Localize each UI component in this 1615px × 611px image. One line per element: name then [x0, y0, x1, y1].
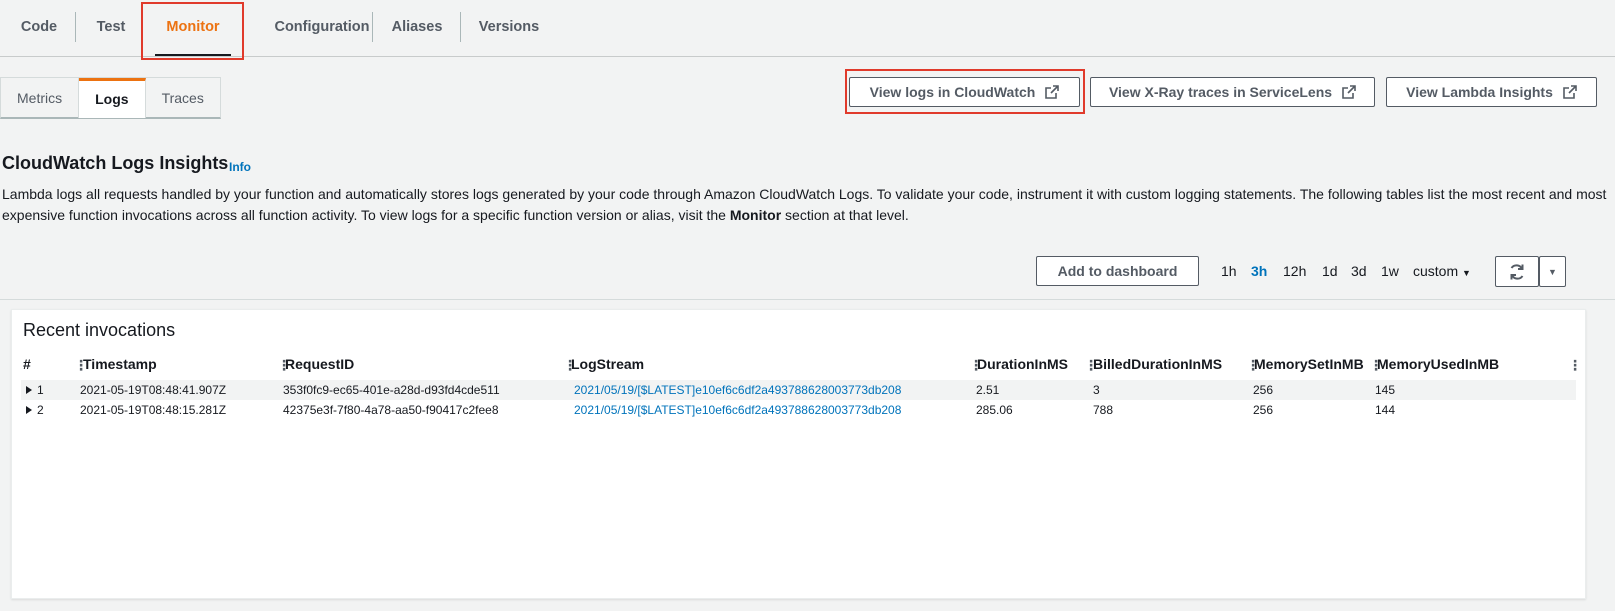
range-1w[interactable]: 1w [1381, 263, 1399, 279]
cell-timestamp: 2021-05-19T08:48:41.907Z [80, 383, 227, 397]
add-to-dashboard-button[interactable]: Add to dashboard [1036, 256, 1199, 286]
col-header-requestid[interactable]: RequestID [285, 356, 354, 372]
section-description: Lambda logs all requests handled by your… [2, 184, 1607, 226]
tab-configuration[interactable]: Configuration [258, 0, 386, 56]
view-insights-label: View Lambda Insights [1406, 84, 1553, 100]
range-1d[interactable]: 1d [1322, 263, 1338, 279]
subtab-logs[interactable]: Logs [79, 78, 146, 118]
expand-row-icon[interactable] [26, 406, 32, 414]
tab-test[interactable]: Test [92, 0, 130, 56]
sub-tab-bar: Metrics Logs Traces [0, 77, 221, 119]
refresh-button[interactable] [1495, 256, 1539, 287]
top-tab-bar: Code Test Monitor Configuration Aliases … [0, 0, 1615, 57]
table-row[interactable]: 2 2021-05-19T08:48:15.281Z 42375e3f-7f80… [21, 400, 1576, 420]
cell-memset: 256 [1253, 403, 1274, 417]
custom-label: custom [1413, 263, 1459, 279]
range-3d[interactable]: 3d [1351, 263, 1367, 279]
cell-num: 1 [37, 383, 44, 397]
range-12h[interactable]: 12h [1283, 263, 1306, 279]
cell-duration: 285.06 [976, 403, 1013, 417]
col-header-memused[interactable]: MemoryUsedInMB [1377, 356, 1499, 372]
column-resize-handle[interactable]: ⋮ [1568, 357, 1582, 374]
table-row[interactable]: 1 2021-05-19T08:48:41.907Z 353f0fc9-ec65… [21, 380, 1576, 400]
col-header-memset[interactable]: MemorySetInMB [1254, 356, 1364, 372]
tab-aliases[interactable]: Aliases [390, 0, 444, 56]
col-header-num: # [23, 356, 31, 372]
external-link-icon [1342, 85, 1356, 99]
expand-row-icon[interactable] [26, 386, 32, 394]
range-custom[interactable]: custom ▼ [1413, 263, 1471, 279]
refresh-icon [1510, 263, 1524, 280]
range-3h[interactable]: 3h [1251, 263, 1267, 279]
tab-divider [75, 12, 76, 42]
col-header-timestamp[interactable]: Timestamp [83, 356, 157, 372]
tab-versions[interactable]: Versions [478, 0, 540, 56]
cell-billed: 3 [1093, 383, 1100, 397]
tab-divider [243, 12, 244, 42]
view-logs-cloudwatch-button[interactable]: View logs in CloudWatch [849, 77, 1080, 107]
desc-monitor-bold: Monitor [729, 207, 782, 223]
desc-text-end: section at that level. [781, 207, 909, 223]
range-1h[interactable]: 1h [1221, 263, 1237, 279]
tab-code[interactable]: Code [18, 0, 60, 56]
cell-memused: 144 [1375, 403, 1396, 417]
col-header-logstream[interactable]: LogStream [571, 356, 644, 372]
subtab-metrics[interactable]: Metrics [1, 78, 80, 118]
cell-logstream-link[interactable]: 2021/05/19/[$LATEST]e10ef6c6df2a49378862… [574, 383, 901, 397]
divider [0, 299, 1615, 300]
external-link-icon [1563, 85, 1577, 99]
caret-down-icon: ▼ [1548, 266, 1557, 277]
section-title: CloudWatch Logs Insights [2, 153, 229, 173]
cell-timestamp: 2021-05-19T08:48:15.281Z [80, 403, 227, 417]
info-link[interactable]: Info [229, 160, 251, 174]
cell-requestid: 353f0fc9-ec65-401e-a28d-d93fd4cde511 [283, 383, 500, 397]
cell-duration: 2.51 [976, 383, 1000, 397]
cell-requestid: 42375e3f-7f80-4a78-aa50-f90417c2fee8 [283, 403, 499, 417]
tab-divider [372, 12, 373, 42]
col-header-billed[interactable]: BilledDurationInMS [1093, 356, 1222, 372]
col-header-duration[interactable]: DurationInMS [977, 356, 1068, 372]
refresh-options-dropdown[interactable]: ▼ [1539, 256, 1566, 287]
tab-monitor[interactable]: Monitor [147, 0, 239, 56]
panel-title: Recent invocations [23, 320, 176, 340]
cell-memused: 145 [1375, 383, 1396, 397]
view-lambda-insights-button[interactable]: View Lambda Insights [1386, 77, 1597, 107]
recent-invocations-panel: Recent invocations # ⋮ Timestamp ⋮ Reque… [11, 309, 1586, 599]
tab-divider [460, 12, 461, 42]
cell-billed: 788 [1093, 403, 1114, 417]
caret-down-icon: ▼ [1462, 268, 1471, 278]
view-xray-button[interactable]: View X-Ray traces in ServiceLens [1090, 77, 1375, 107]
subtab-traces[interactable]: Traces [146, 78, 220, 118]
view-xray-label: View X-Ray traces in ServiceLens [1108, 84, 1333, 100]
cell-num: 2 [37, 403, 44, 417]
cell-memset: 256 [1253, 383, 1274, 397]
external-link-icon [1045, 85, 1060, 99]
view-logs-label: View logs in CloudWatch [869, 84, 1036, 100]
cell-logstream-link[interactable]: 2021/05/19/[$LATEST]e10ef6c6df2a49378862… [574, 403, 901, 417]
